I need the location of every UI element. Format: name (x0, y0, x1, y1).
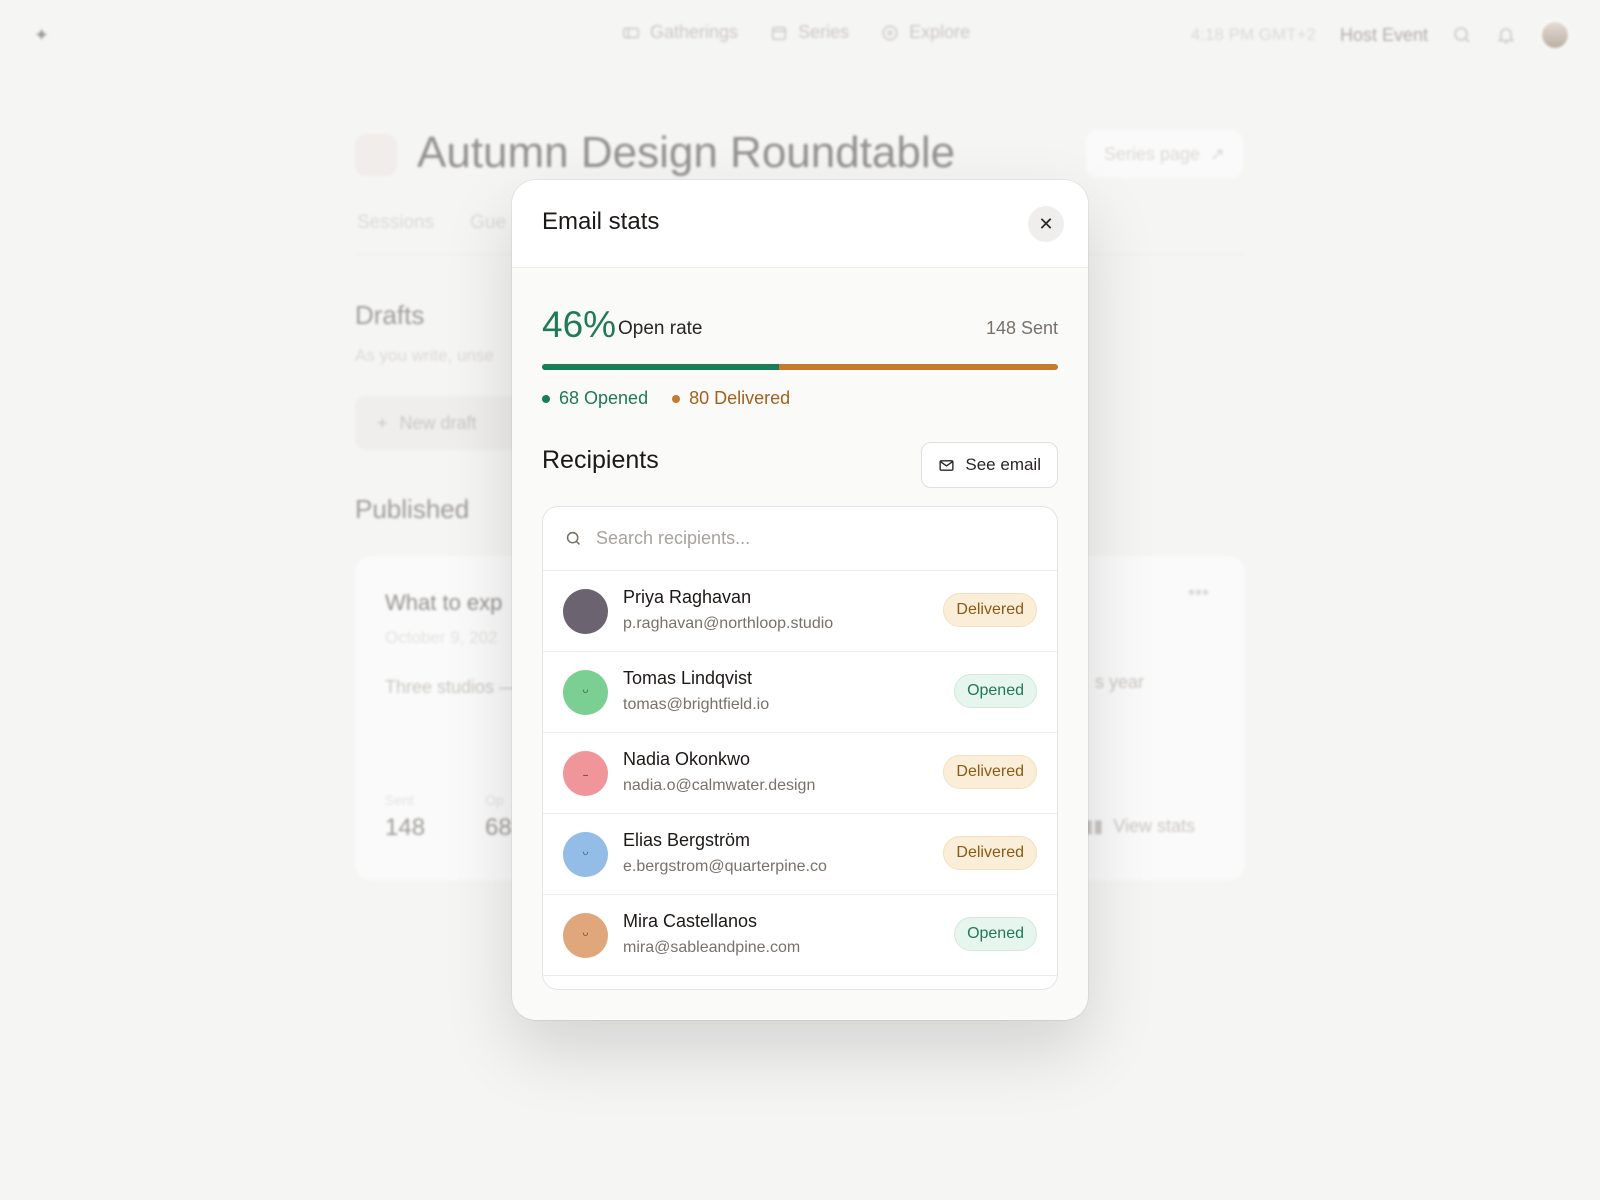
legend-opened: 68 Opened (542, 388, 648, 409)
see-email-button[interactable]: See email (921, 442, 1058, 488)
status-badge: Delivered (943, 593, 1037, 627)
published-email-title: What to exp (385, 590, 503, 615)
series-page-button[interactable]: Series page ↗ (1085, 130, 1243, 178)
recipients-heading: Recipients (542, 446, 659, 474)
modal-header: Email stats ✕ (512, 180, 1088, 268)
published-email-body-right: s year (1095, 672, 1145, 692)
recipient-email: p.raghavan@northloop.studio (623, 615, 834, 632)
avatar (563, 589, 608, 634)
nav-explore-label: Explore (909, 22, 971, 42)
recipient-name: Elias Bergström (623, 830, 751, 850)
bell-icon[interactable] (1496, 25, 1516, 45)
search-icon[interactable] (1452, 25, 1472, 45)
event-icon (355, 134, 397, 176)
recipient-email: e.bergstrom@quarterpine.co (623, 858, 827, 875)
main-nav: Gatherings Series Explore (622, 22, 970, 43)
recipient-name: Mira Castellanos (623, 911, 758, 931)
recipient-name: Priya Raghavan (623, 587, 752, 607)
tab-sessions[interactable]: Sessions (357, 212, 434, 234)
avatar: ᵕ (563, 832, 608, 877)
recipient-row[interactable]: Priya Raghavan p.raghavan@northloop.stud… (543, 571, 1057, 652)
plus-icon: + (377, 412, 388, 433)
close-button[interactable]: ✕ (1028, 206, 1064, 242)
recipient-row[interactable]: ᵕ Mira Castellanos mira@sableandpine.com… (543, 895, 1057, 976)
compass-icon (882, 25, 898, 40)
new-draft-label: New draft (399, 412, 477, 433)
top-nav: ✦ Gatherings Series Explore 4:18 PM GMT+… (0, 0, 1600, 72)
nav-series-label: Series (798, 22, 850, 42)
status-badge: Opened (954, 674, 1037, 708)
nav-gatherings[interactable]: Gatherings (622, 22, 738, 43)
recipient-email: mira@sableandpine.com (623, 939, 801, 956)
drafts-subtitle: As you write, unse (355, 346, 494, 365)
recipient-row[interactable]: ᵕ Tomas Lindqvist tomas@brightfield.io O… (543, 652, 1057, 733)
stat-opened-value: 68 (485, 814, 512, 841)
avatar: ᵕ (563, 913, 608, 958)
recipient-search (543, 507, 1057, 571)
published-email-date: October 9, 202 (385, 628, 498, 647)
search-recipients-input[interactable] (596, 528, 996, 549)
open-rate-bar (542, 364, 1058, 370)
see-email-label: See email (965, 455, 1041, 474)
mail-icon (939, 459, 954, 471)
current-time: 4:18 PM GMT+2 (1190, 25, 1316, 44)
series-page-label: Series page (1103, 143, 1200, 164)
drafts-heading: Drafts (355, 300, 425, 330)
nav-right: 4:18 PM GMT+2 Host Event (1191, 20, 1570, 50)
tab-guests[interactable]: Gue (470, 212, 506, 234)
status-badge: Delivered (943, 836, 1037, 870)
published-heading: Published (355, 494, 470, 524)
recipient-row[interactable]: ᵕ Elias Bergström e.bergstrom@quarterpin… (543, 814, 1057, 895)
more-icon[interactable]: ••• (1188, 582, 1209, 605)
recipient-email: nadia.o@calmwater.design (623, 777, 816, 794)
opened-dot-icon (542, 394, 550, 403)
sent-count: 148 Sent (985, 318, 1058, 338)
event-tabs: Sessions Gue (357, 212, 506, 234)
close-icon: ✕ (1038, 213, 1054, 234)
legend-opened-label: 68 Opened (559, 388, 649, 408)
view-stats-label: View stats (1113, 815, 1195, 836)
stat-sent-label: Sent (385, 792, 414, 808)
stats-legend: 68 Opened 80 Delivered (542, 388, 790, 409)
modal-title: Email stats (542, 208, 660, 235)
recipient-name: Nadia Okonkwo (623, 749, 751, 769)
nav-series[interactable]: Series (770, 22, 849, 43)
user-avatar[interactable] (1540, 20, 1570, 50)
open-rate-percent: 46% (542, 304, 617, 345)
status-badge: Opened (954, 917, 1037, 951)
ticket-icon (623, 27, 639, 38)
nav-explore[interactable]: Explore (881, 22, 970, 43)
search-icon (566, 531, 580, 545)
sparkle-logo-icon[interactable]: ✦ (34, 26, 52, 44)
stat-opened-label: Op (485, 792, 504, 808)
recipients-list: Priya Raghavan p.raghavan@northloop.stud… (542, 506, 1058, 990)
legend-delivered-label: 80 Delivered (689, 388, 791, 408)
email-stats-modal: Email stats ✕ 46% Open rate 148 Sent 68 … (512, 180, 1088, 1020)
calendar-icon (772, 26, 787, 40)
status-badge: Delivered (943, 755, 1037, 789)
avatar: ˗ (563, 751, 608, 796)
recipient-name: Tomas Lindqvist (623, 668, 753, 688)
stat-sent-value: 148 (385, 814, 426, 841)
avatar: ᵕ (563, 670, 608, 715)
open-rate-bar-fill (542, 364, 780, 370)
nav-gatherings-label: Gatherings (650, 22, 739, 42)
external-arrow-icon: ↗ (1209, 143, 1225, 164)
event-title: Autumn Design Roundtable (417, 128, 956, 177)
legend-delivered: 80 Delivered (672, 388, 790, 409)
recipient-rows: Priya Raghavan p.raghavan@northloop.stud… (543, 571, 1057, 976)
recipient-email: tomas@brightfield.io (623, 696, 770, 713)
delivered-dot-icon (672, 394, 681, 403)
recipient-row[interactable]: ˗ Nadia Okonkwo nadia.o@calmwater.design… (543, 733, 1057, 814)
host-event-button[interactable]: Host Event (1340, 25, 1428, 46)
open-rate-label: Open rate (618, 318, 703, 339)
